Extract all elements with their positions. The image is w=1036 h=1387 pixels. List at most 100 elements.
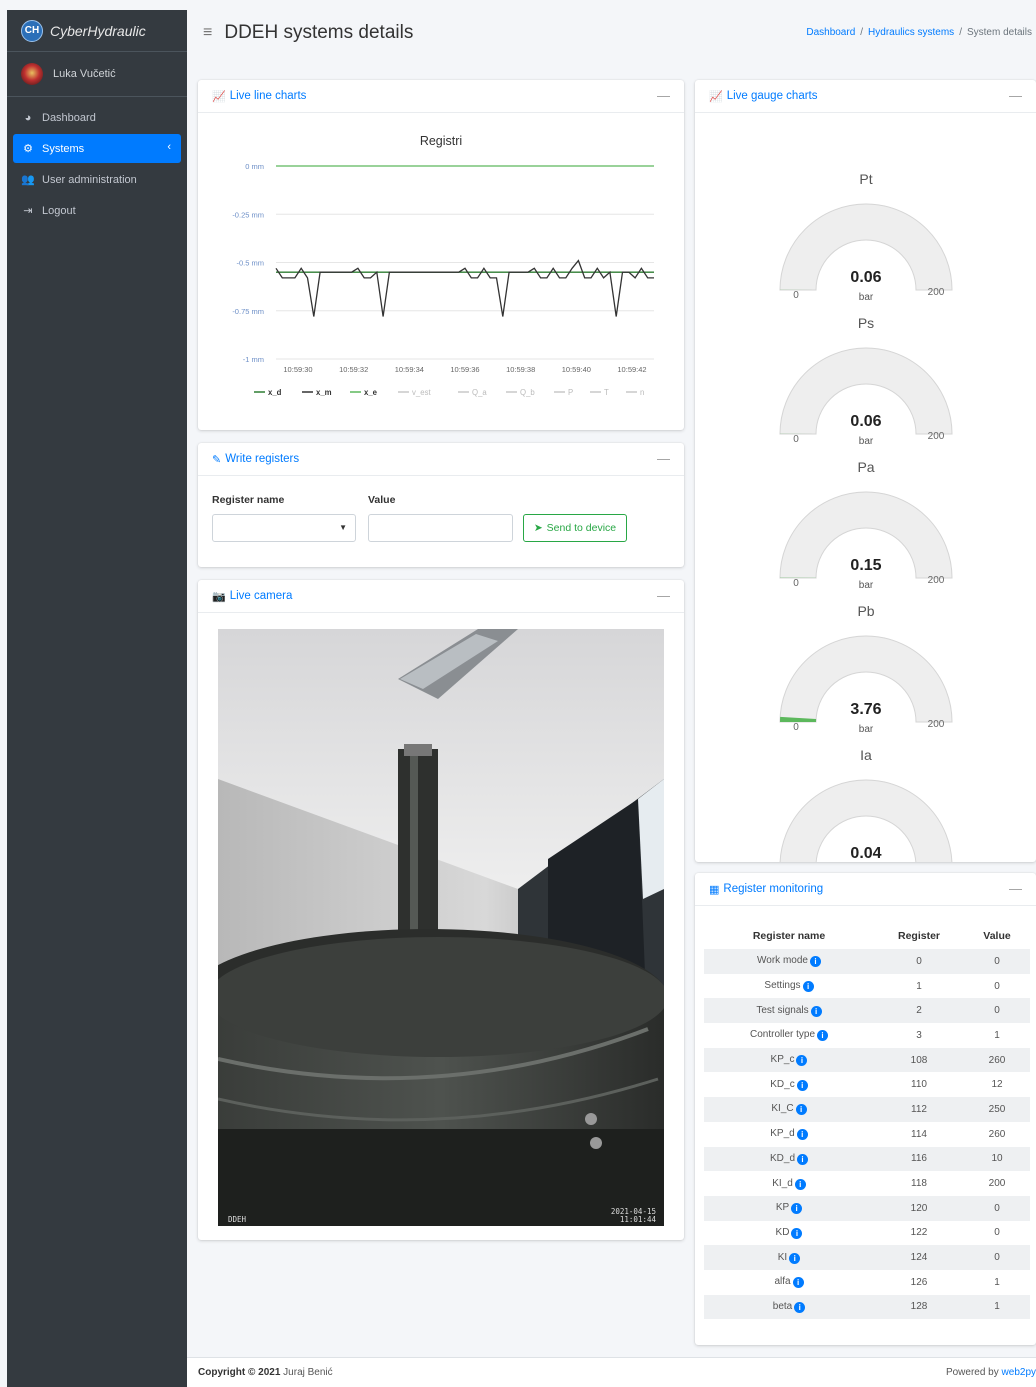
register-name-cell: KP i xyxy=(704,1196,874,1221)
user-panel[interactable]: Luka Vučetić xyxy=(7,52,187,97)
card-title: Register monitoring xyxy=(723,883,824,895)
dashboard-icon: ◕ xyxy=(24,111,32,124)
info-icon[interactable]: i xyxy=(789,1252,801,1264)
info-icon[interactable]: i xyxy=(796,1079,808,1091)
register-address-cell: 116 xyxy=(911,1153,927,1165)
info-icon[interactable]: i xyxy=(796,1055,808,1067)
series-line-x-m xyxy=(275,259,654,317)
gauge-min: 0 xyxy=(793,722,799,733)
register-name: KP_d xyxy=(770,1128,795,1140)
legend-entry-Q-b[interactable]: Q_b xyxy=(520,388,535,397)
gauge-max: 200 xyxy=(928,575,945,586)
info-icon[interactable]: i xyxy=(791,1227,803,1239)
edit-icon: ✎ xyxy=(212,453,222,466)
register-address-cell: 1 xyxy=(916,980,922,992)
legend-entry-x-e[interactable]: x_e xyxy=(364,388,378,397)
camera-image xyxy=(218,629,664,1226)
info-icon[interactable]: i xyxy=(809,956,821,968)
info-icon[interactable]: i xyxy=(802,981,814,993)
collapse-icon[interactable]: — xyxy=(657,88,670,103)
register-name-cell: KP_c i xyxy=(704,1048,874,1073)
table-row: KP_d i 114 260 xyxy=(704,1122,1030,1147)
register-name-cell: KD_d i xyxy=(704,1147,874,1172)
register-value-cell: 250 xyxy=(988,1103,1006,1115)
table-row: Test signals i 2 0 xyxy=(704,998,1030,1024)
gauge-title: Pt xyxy=(859,171,872,187)
collapse-icon[interactable]: — xyxy=(1009,881,1022,896)
sidebar-item-logout[interactable]: ⇥ Logout xyxy=(13,196,181,225)
x-tick-label: 10:59:36 xyxy=(450,365,479,374)
y-tick-label: 0 mm xyxy=(245,162,264,171)
camera-icon: 📷 xyxy=(212,590,226,603)
send-to-device-button[interactable]: ➤ Send to device xyxy=(523,514,627,542)
table-row: alfa i 126 1 xyxy=(704,1270,1030,1295)
sidebar-item-dashboard[interactable]: ◕ Dashboard xyxy=(13,103,181,132)
register-value-cell: 0 xyxy=(994,980,1000,992)
info-icon[interactable]: i xyxy=(810,1005,822,1017)
register-name-select[interactable]: ▼ xyxy=(212,514,356,542)
x-tick-label: 10:59:40 xyxy=(562,365,591,374)
info-icon[interactable]: i xyxy=(795,1104,807,1116)
legend-entry-Q-a[interactable]: Q_a xyxy=(472,388,487,397)
register-address-cell: 114 xyxy=(911,1128,927,1140)
legend-entry-v-est[interactable]: v_est xyxy=(412,388,431,397)
gauge-unit: bar xyxy=(859,724,874,735)
collapse-icon[interactable]: — xyxy=(1009,88,1022,103)
legend-entry-x-m[interactable]: x_m xyxy=(316,388,332,397)
legend-entry-x-d[interactable]: x_d xyxy=(268,388,282,397)
breadcrumb-dashboard[interactable]: Dashboard xyxy=(806,27,855,38)
camera-overlay-label: DDEH xyxy=(228,1215,247,1224)
table-row: KP_c i 108 260 xyxy=(704,1047,1030,1073)
y-tick-label: -0.25 mm xyxy=(232,210,264,219)
legend-entry-n[interactable]: n xyxy=(640,388,644,397)
hamburger-menu-icon[interactable]: ≡ xyxy=(203,24,212,42)
value-input[interactable] xyxy=(368,514,513,542)
breadcrumb-hydraulics-systems[interactable]: Hydraulics systems xyxy=(868,27,954,38)
info-icon[interactable]: i xyxy=(794,1301,806,1313)
register-name: KI_d xyxy=(772,1177,793,1189)
live-line-charts-card: 📈 Live line charts — Registri 0 mm -0.25 m… xyxy=(198,80,684,430)
card-header: ✎ Write registers — xyxy=(198,443,684,476)
info-icon[interactable]: i xyxy=(792,1277,804,1289)
info-icon[interactable]: i xyxy=(797,1153,808,1165)
brand-name: CyberHydraulic xyxy=(50,22,146,39)
gauge-unit: bar xyxy=(859,580,874,591)
legend-entry-P[interactable]: P xyxy=(568,388,573,397)
register-name: KP_c xyxy=(770,1054,795,1066)
info-icon[interactable]: i xyxy=(791,1203,803,1215)
gauge-unit: bar xyxy=(859,292,874,303)
powered-by-link[interactable]: web2py xyxy=(1002,1367,1036,1378)
logout-icon: ⇥ xyxy=(23,205,33,217)
collapse-icon[interactable]: — xyxy=(657,588,670,603)
gauge-value: 0.06 xyxy=(850,413,881,430)
gauge-min: 0 xyxy=(793,578,799,589)
chevron-left-icon: ‹ xyxy=(167,141,171,153)
collapse-icon[interactable]: — xyxy=(657,451,670,466)
gauge-value: 0.06 xyxy=(850,269,881,286)
breadcrumb-current: System details xyxy=(966,27,1032,38)
register-address-cell: 122 xyxy=(910,1227,928,1239)
table-row: KI_C i 112 250 xyxy=(704,1097,1030,1122)
x-tick-label: 10:59:30 xyxy=(283,365,312,374)
gauge-value: 3.76 xyxy=(850,701,881,718)
register-address-cell: 112 xyxy=(911,1103,927,1115)
brand[interactable]: CH CyberHydraulic xyxy=(7,10,187,52)
register-value-cell: 10 xyxy=(991,1153,1003,1165)
register-name: KI_C xyxy=(771,1103,794,1115)
register-name-cell: alfa i xyxy=(704,1270,874,1295)
legend-entry-T[interactable]: T xyxy=(604,388,609,397)
card-title: Write registers xyxy=(225,453,300,465)
sidebar-item-systems[interactable]: ⚙ Systems ‹ xyxy=(13,134,181,163)
sidebar: CH CyberHydraulic Luka Vučetić ◕ Dashboa… xyxy=(7,10,187,1387)
register-name: Settings xyxy=(764,980,801,992)
register-value-cell: 0 xyxy=(994,1252,1000,1264)
register-table-body: Work mode i 0 0 Settings i 1 0 Test signals i 2 0 Co… xyxy=(704,949,1030,1320)
register-value-cell: 0 xyxy=(994,1005,1000,1017)
info-icon[interactable]: i xyxy=(796,1129,808,1141)
x-tick-label: 10:59:34 xyxy=(395,365,424,374)
card-header: 📈 Live line charts — xyxy=(198,80,684,113)
camera-feed: DDEH 2021-04-15 11:01:44 xyxy=(218,629,664,1226)
info-icon[interactable]: i xyxy=(817,1030,829,1042)
sidebar-item-user-administration[interactable]: 👥 User administration xyxy=(13,165,181,194)
info-icon[interactable]: i xyxy=(794,1178,806,1190)
